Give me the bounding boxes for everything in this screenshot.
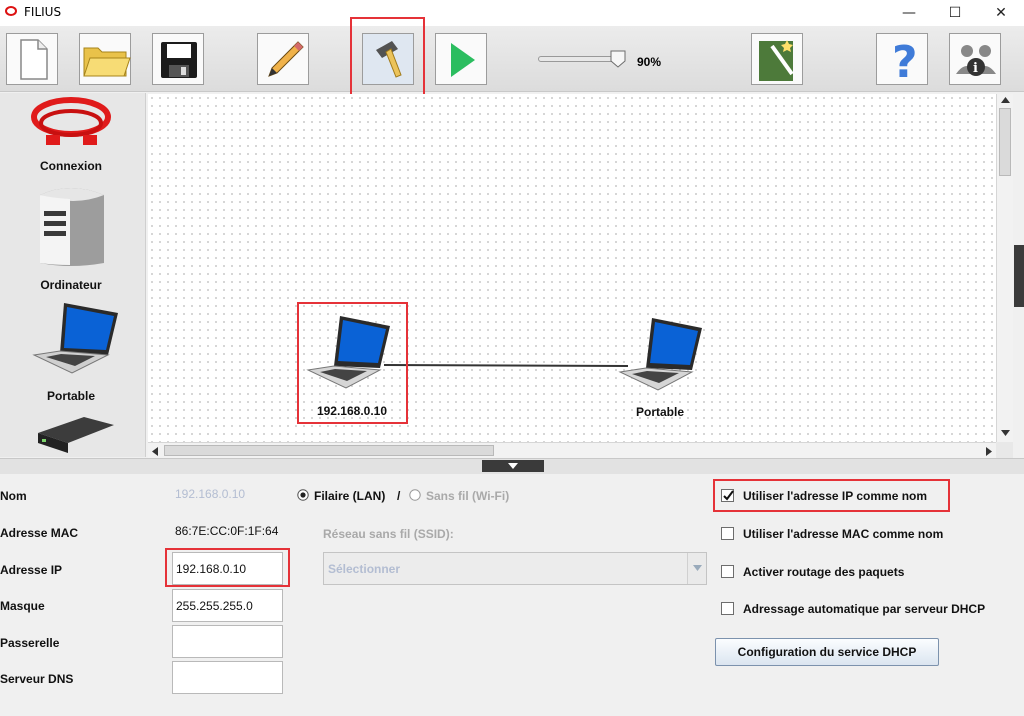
info-button[interactable]: i <box>949 33 1001 85</box>
palette-label-ordinateur: Ordinateur <box>40 278 102 292</box>
open-folder-icon <box>83 47 131 77</box>
gateway-field[interactable] <box>172 625 283 658</box>
zoom-label: 90% <box>637 55 662 69</box>
play-icon <box>451 43 475 77</box>
wizard-icon <box>759 40 794 81</box>
computer-tower-icon[interactable] <box>36 181 108 267</box>
scroll-right-icon[interactable] <box>986 447 992 456</box>
minimize-button[interactable]: — <box>886 0 932 26</box>
wired-radio-label[interactable]: Filaire (LAN) <box>314 489 385 503</box>
node-label: Portable <box>635 405 684 419</box>
dhcp-auto-checkbox[interactable] <box>721 602 734 615</box>
horizontal-scrollbar[interactable] <box>148 442 996 458</box>
radio-wifi-icon[interactable] <box>409 489 421 501</box>
zoom-slider-thumb[interactable] <box>610 50 626 68</box>
use-mac-as-name-label[interactable]: Utiliser l'adresse MAC comme nom <box>743 527 943 541</box>
scroll-up-icon[interactable] <box>1001 97 1010 103</box>
scroll-left-icon[interactable] <box>152 447 158 456</box>
connection-cable <box>383 364 629 367</box>
use-mac-as-name-checkbox[interactable] <box>721 527 734 540</box>
window-title: FILIUS <box>24 5 62 19</box>
save-button[interactable] <box>152 33 204 85</box>
switch-icon[interactable] <box>36 411 116 457</box>
vertical-scrollbar[interactable] <box>996 94 1013 442</box>
dhcp-auto-label[interactable]: Adressage automatique par serveur DHCP <box>743 602 985 616</box>
help-icon: ? <box>892 37 918 86</box>
help-button[interactable]: ? <box>876 33 928 86</box>
info-icon: i <box>956 45 996 76</box>
open-button[interactable] <box>79 33 131 85</box>
palette-label-portable: Portable <box>46 389 95 403</box>
radio-wired-icon[interactable] <box>297 489 309 501</box>
ssid-select[interactable]: Sélectionner <box>323 552 707 585</box>
highlight-ip-field <box>165 548 290 587</box>
name-field[interactable]: 192.168.0.10 <box>172 478 283 511</box>
palette-label-connexion: Connexion <box>40 159 102 173</box>
edit-mode-button[interactable] <box>257 33 309 85</box>
laptop-icon[interactable] <box>30 299 120 377</box>
connection-separator: / <box>397 489 401 503</box>
new-file-icon <box>20 39 48 80</box>
mac-label: Adresse MAC <box>0 526 79 540</box>
component-palette: Connexion Ordinateur Portable <box>0 93 146 457</box>
laptop-node-icon[interactable] <box>618 314 702 392</box>
ssid-dropdown-button[interactable] <box>687 553 706 584</box>
highlight-design-mode <box>350 17 425 96</box>
ssid-label: Réseau sans fil (SSID): <box>323 527 454 541</box>
cable-icon[interactable] <box>28 95 114 153</box>
chevron-down-icon <box>693 565 702 571</box>
collapse-panel-button[interactable] <box>482 460 544 472</box>
highlight-selected-node <box>297 302 408 424</box>
highlight-use-ip-option <box>713 479 950 512</box>
simulation-mode-button[interactable] <box>435 33 487 85</box>
mac-value: 86:7E:CC:0F:1F:64 <box>175 524 279 538</box>
new-file-button[interactable] <box>6 33 58 85</box>
pencil-icon <box>268 41 304 77</box>
side-panel-grip[interactable] <box>1014 245 1024 307</box>
gateway-label: Passerelle <box>0 636 60 650</box>
dns-server-field[interactable] <box>172 661 283 694</box>
packet-routing-checkbox[interactable] <box>721 565 734 578</box>
filius-logo-icon <box>5 6 17 16</box>
wizard-button[interactable] <box>751 33 803 85</box>
maximize-button[interactable]: ☐ <box>932 0 978 26</box>
horizontal-scroll-thumb[interactable] <box>164 445 494 456</box>
network-canvas[interactable]: 192.168.0.10 Portable <box>148 94 996 442</box>
vertical-scroll-thumb[interactable] <box>999 108 1011 176</box>
title-bar: FILIUS — ☐ ✕ <box>0 0 1024 26</box>
dns-label: Serveur DNS <box>0 672 74 686</box>
name-label: Nom <box>0 489 27 503</box>
scroll-down-icon[interactable] <box>1001 430 1010 436</box>
dhcp-config-button[interactable]: Configuration du service DHCP <box>715 638 939 666</box>
save-icon <box>161 42 197 78</box>
chevron-down-icon <box>508 463 518 469</box>
scroll-corner <box>996 442 1013 458</box>
svg-text:?: ? <box>892 37 918 86</box>
mask-label: Masque <box>0 599 45 613</box>
close-button[interactable]: ✕ <box>978 0 1024 26</box>
packet-routing-label[interactable]: Activer routage des paquets <box>743 565 904 579</box>
subnet-mask-field[interactable]: 255.255.255.0 <box>172 589 283 622</box>
ip-label: Adresse IP <box>0 563 63 577</box>
wifi-radio-label[interactable]: Sans fil (Wi-Fi) <box>426 489 509 503</box>
svg-text:i: i <box>973 61 978 76</box>
